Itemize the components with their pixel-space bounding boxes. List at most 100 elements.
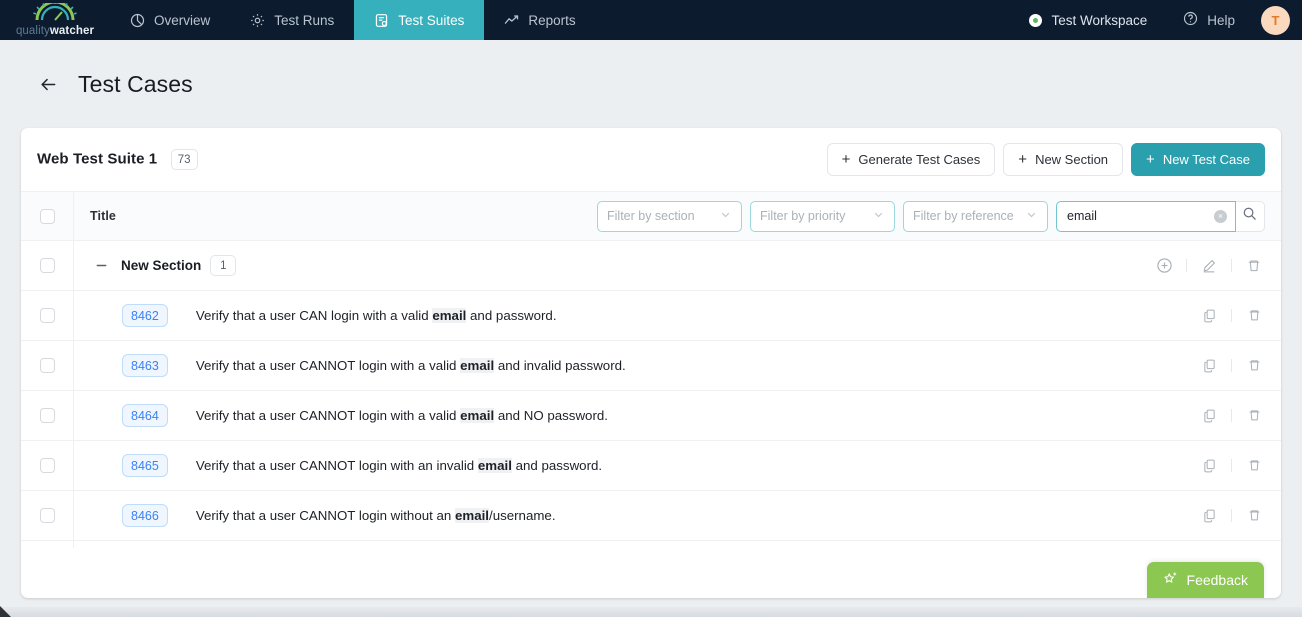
row-actions bbox=[1196, 453, 1281, 479]
action-divider bbox=[1231, 359, 1232, 372]
nav-tab-test-runs[interactable]: Test Runs bbox=[230, 0, 354, 40]
avatar[interactable]: T bbox=[1261, 5, 1290, 35]
copy-icon[interactable] bbox=[1196, 303, 1222, 329]
app-logo[interactable]: qualitywatcher bbox=[0, 0, 110, 40]
nav-tab-test-suites[interactable]: Test Suites bbox=[354, 0, 485, 40]
copy-icon[interactable] bbox=[1196, 403, 1222, 429]
filter-by-section-select[interactable]: Filter by section bbox=[597, 200, 742, 232]
copy-icon[interactable] bbox=[1196, 453, 1222, 479]
column-divider bbox=[73, 241, 74, 290]
suite-heading: Web Test Suite 1 73 bbox=[37, 149, 198, 170]
trash-icon[interactable] bbox=[1241, 453, 1267, 479]
edit-pencil-icon[interactable] bbox=[1196, 253, 1222, 279]
workspace-switcher[interactable]: Test Workspace bbox=[1011, 13, 1165, 28]
top-navbar: qualitywatcher Overview Test Runs Test S… bbox=[0, 0, 1302, 40]
row-select-cell bbox=[32, 458, 62, 473]
nav-tab-reports[interactable]: Reports bbox=[484, 0, 595, 40]
filter-by-reference-select[interactable]: Filter by reference bbox=[903, 200, 1048, 232]
action-divider bbox=[1231, 309, 1232, 322]
section-row[interactable]: New Section 1 bbox=[21, 241, 1281, 291]
search-input[interactable] bbox=[1067, 209, 1214, 223]
section-row-actions bbox=[1151, 253, 1281, 279]
test-case-title[interactable]: Verify that a user CAN login with a vali… bbox=[196, 308, 557, 323]
new-section-button[interactable]: + New Section bbox=[1003, 143, 1124, 176]
row-actions bbox=[1196, 353, 1281, 379]
nav-tab-label: Overview bbox=[154, 12, 211, 28]
search-input-wrapper: × bbox=[1056, 200, 1236, 232]
minus-icon[interactable] bbox=[93, 257, 110, 274]
section-checkbox[interactable] bbox=[39, 258, 55, 273]
test-cases-table-body[interactable]: New Section 1 8462 Verify that a user CA… bbox=[21, 241, 1281, 548]
select-all-checkbox[interactable] bbox=[39, 208, 55, 224]
gauge-icon bbox=[33, 0, 77, 25]
table-row[interactable]: 8463 Verify that a user CANNOT login with… bbox=[21, 341, 1281, 391]
suite-name: Web Test Suite 1 bbox=[37, 150, 158, 168]
trash-icon[interactable] bbox=[1241, 403, 1267, 429]
question-circle-icon bbox=[1183, 11, 1198, 29]
feedback-button[interactable]: Feedback bbox=[1146, 562, 1264, 598]
row-select-cell bbox=[32, 508, 62, 523]
row-checkbox[interactable] bbox=[39, 308, 55, 323]
horizontal-scrollbar[interactable] bbox=[0, 607, 1302, 617]
trash-icon[interactable] bbox=[1241, 353, 1267, 379]
table-row[interactable]: 8465 Verify that a user CANNOT login with… bbox=[21, 441, 1281, 491]
test-case-id-badge[interactable]: 8465 bbox=[122, 454, 168, 477]
test-case-id-badge[interactable]: 8463 bbox=[122, 354, 168, 377]
row-checkbox[interactable] bbox=[39, 458, 55, 473]
row-checkbox[interactable] bbox=[39, 358, 55, 373]
feedback-label: Feedback bbox=[1186, 572, 1248, 588]
line-chart-icon bbox=[504, 13, 519, 28]
nav-tab-overview[interactable]: Overview bbox=[110, 0, 230, 40]
test-case-title[interactable]: Verify that a user CANNOT login with a v… bbox=[196, 358, 626, 373]
table-row[interactable]: 8462 Verify that a user CAN login with a … bbox=[21, 291, 1281, 341]
chevron-down-icon bbox=[719, 208, 732, 224]
page-header: Test Cases bbox=[0, 40, 1302, 128]
copy-icon[interactable] bbox=[1196, 353, 1222, 379]
row-actions bbox=[1196, 503, 1281, 529]
column-divider bbox=[73, 441, 74, 490]
help-link[interactable]: Help bbox=[1165, 11, 1253, 29]
row-actions bbox=[1196, 303, 1281, 329]
test-case-title[interactable]: Verify that a user CANNOT login with an … bbox=[196, 458, 602, 473]
case-rows-container: 8462 Verify that a user CAN login with a … bbox=[21, 291, 1281, 548]
action-divider bbox=[1231, 459, 1232, 472]
new-section-label: New Section bbox=[1035, 152, 1109, 167]
filters-group: Filter by section Filter by priority Fil… bbox=[597, 200, 1281, 232]
test-case-title[interactable]: Verify that a user CANNOT login with a v… bbox=[196, 408, 608, 423]
test-case-id-badge[interactable]: 8462 bbox=[122, 304, 168, 327]
status-dot-icon bbox=[1029, 13, 1043, 27]
sparkle-star-icon bbox=[1163, 571, 1179, 590]
test-case-title[interactable]: Verify that a user CANNOT login without … bbox=[196, 508, 556, 523]
logo-wordmark: qualitywatcher bbox=[15, 24, 95, 37]
clipboard-icon bbox=[374, 13, 389, 28]
table-row[interactable]: 8464 Verify that a user CANNOT login with… bbox=[21, 391, 1281, 441]
card-toolbar: Web Test Suite 1 73 + Generate Test Case… bbox=[21, 128, 1281, 192]
copy-icon[interactable] bbox=[1196, 503, 1222, 529]
action-divider bbox=[1231, 509, 1232, 522]
primary-nav-tabs: Overview Test Runs Test Suites Reports bbox=[110, 0, 596, 40]
table-row[interactable]: 8466 Verify that a user CANNOT login with… bbox=[21, 491, 1281, 541]
column-header-title: Title bbox=[90, 209, 116, 223]
search-box: × bbox=[1056, 200, 1265, 232]
row-checkbox[interactable] bbox=[39, 408, 55, 423]
trash-icon[interactable] bbox=[1241, 503, 1267, 529]
new-test-case-button[interactable]: + New Test Case bbox=[1131, 143, 1265, 176]
select-all-cell bbox=[32, 208, 62, 224]
search-submit-button[interactable] bbox=[1235, 200, 1265, 232]
trash-icon[interactable] bbox=[1241, 253, 1267, 279]
filter-by-priority-select[interactable]: Filter by priority bbox=[750, 200, 895, 232]
test-case-id-badge[interactable]: 8466 bbox=[122, 504, 168, 527]
action-divider bbox=[1231, 409, 1232, 422]
row-checkbox[interactable] bbox=[39, 508, 55, 523]
plus-icon: + bbox=[841, 151, 851, 168]
trash-icon[interactable] bbox=[1241, 303, 1267, 329]
arrow-left-icon[interactable] bbox=[37, 73, 59, 95]
table-row[interactable]: 8467Verify that a user CANNOT login with… bbox=[21, 541, 1281, 548]
generate-test-cases-button[interactable]: + Generate Test Cases bbox=[826, 143, 996, 176]
plus-icon: + bbox=[1018, 151, 1028, 168]
section-count-badge: 1 bbox=[210, 255, 237, 276]
test-case-id-badge[interactable]: 8464 bbox=[122, 404, 168, 427]
plus-circle-icon[interactable] bbox=[1151, 253, 1177, 279]
gear-icon bbox=[250, 13, 265, 28]
clear-search-icon[interactable]: × bbox=[1214, 209, 1227, 223]
